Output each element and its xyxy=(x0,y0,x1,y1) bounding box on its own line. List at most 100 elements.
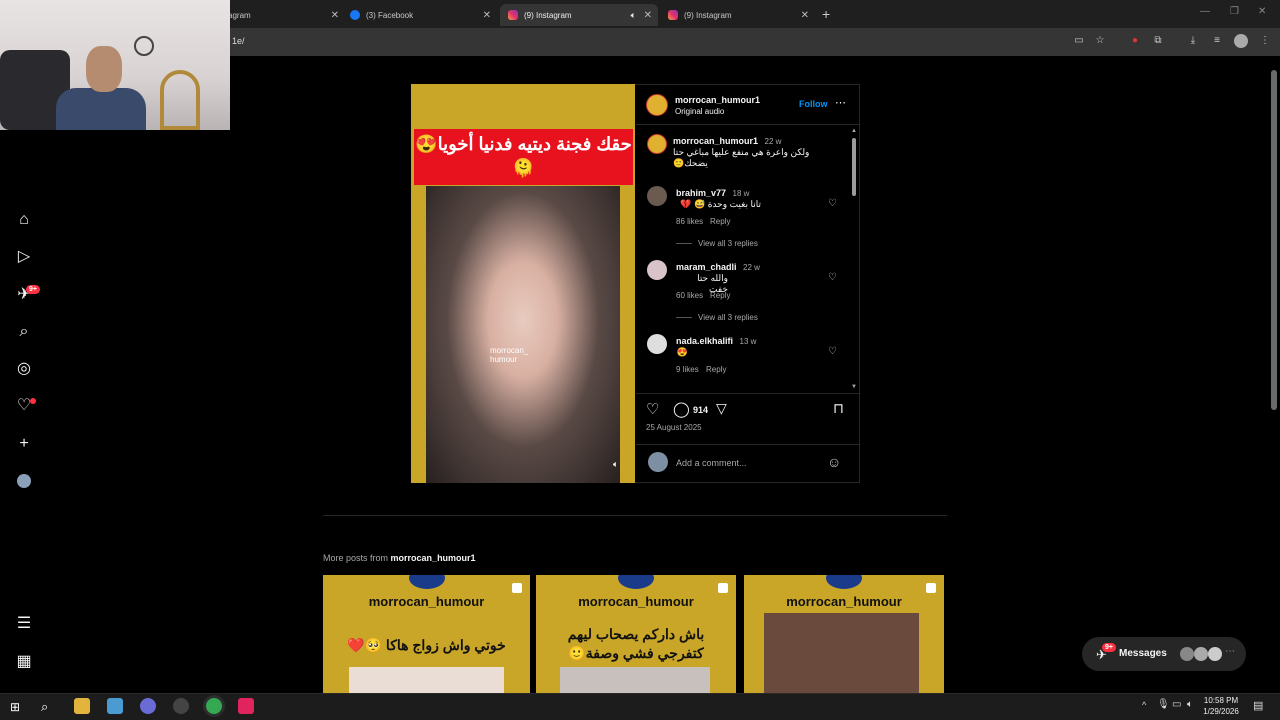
thumbnail-title: morrocan_humour xyxy=(786,594,902,609)
tab-facebook[interactable]: (3) Facebook ✕ xyxy=(342,4,497,26)
view-replies-button[interactable]: View all 3 replies xyxy=(698,313,758,322)
reply-button[interactable]: Reply xyxy=(706,365,726,374)
page-scrollbar-thumb[interactable] xyxy=(1271,70,1277,410)
more-posts-user[interactable]: morrocan_humour1 xyxy=(391,553,476,563)
close-window-icon[interactable]: ✕ xyxy=(1258,6,1266,17)
explore-icon[interactable]: ◎ xyxy=(14,359,34,379)
reel-icon xyxy=(718,583,728,593)
caption-avatar[interactable] xyxy=(647,134,667,154)
tab-instagram-1[interactable]: agram ✕ xyxy=(220,4,345,26)
more-post-thumbnail[interactable]: morrocan_humour خوتي واش زواج هاكا 🥺❤️ xyxy=(323,575,530,693)
reel-icon xyxy=(512,583,522,593)
file-explorer-icon[interactable] xyxy=(74,698,90,714)
download-icon[interactable]: ⤓ xyxy=(1186,34,1200,48)
media-control-icon[interactable]: ≡ xyxy=(1210,34,1224,48)
notification-center-icon[interactable]: ▤ xyxy=(1253,699,1263,712)
search-icon[interactable]: ⌕ xyxy=(41,699,48,715)
comment-avatar[interactable] xyxy=(647,260,667,280)
maximize-icon[interactable]: ❐ xyxy=(1230,6,1239,17)
volume-icon[interactable]: 🔈︎ xyxy=(1187,699,1193,710)
instagram-icon xyxy=(508,10,518,20)
thumbnail-title: morrocan_humour xyxy=(368,594,485,609)
close-icon[interactable]: ✕ xyxy=(801,10,809,21)
profile-avatar[interactable] xyxy=(17,474,31,488)
tab-instagram-2[interactable]: (9) Instagram ✕ xyxy=(660,4,815,26)
close-icon[interactable]: ✕ xyxy=(644,10,652,21)
comment-likes[interactable]: 60 likes xyxy=(676,291,703,300)
comment-likes[interactable]: 86 likes xyxy=(676,217,703,226)
minimize-icon[interactable]: — xyxy=(1200,6,1210,17)
follow-button[interactable]: Follow xyxy=(799,99,828,109)
like-comment-heart-icon[interactable]: ♡ xyxy=(828,198,837,209)
reply-button[interactable]: Reply xyxy=(710,217,730,226)
store-icon[interactable] xyxy=(107,698,123,714)
caption-username[interactable]: morrocan_humour1 xyxy=(673,136,758,146)
comment-likes[interactable]: 9 likes xyxy=(676,365,699,374)
instagram-icon xyxy=(668,10,678,20)
speaker-icon[interactable]: 🔈︎ xyxy=(631,10,636,21)
tab-label: (3) Facebook xyxy=(366,10,414,20)
new-tab-button[interactable]: + xyxy=(822,6,830,22)
reel-icon xyxy=(926,583,936,593)
comment-header: maram_chadli 22 w xyxy=(676,262,760,272)
save-bookmark-icon[interactable]: ⊓ xyxy=(833,400,844,417)
close-icon[interactable]: ✕ xyxy=(483,10,491,21)
unread-dot xyxy=(30,398,36,404)
app-icon[interactable] xyxy=(238,698,254,714)
like-heart-icon[interactable]: ♡ xyxy=(646,400,659,418)
chrome-profile-icon[interactable] xyxy=(140,698,156,714)
reels-icon[interactable]: ▷ xyxy=(14,247,34,267)
replies-line xyxy=(676,243,692,244)
bookmark-star-icon[interactable]: ☆ xyxy=(1093,34,1107,48)
scrollbar-thumb[interactable] xyxy=(852,138,856,196)
comment-username[interactable]: nada.elkhalifi xyxy=(676,336,733,346)
microphone-icon[interactable]: 🎙︎ xyxy=(1157,699,1170,710)
windows-start-icon[interactable]: ⊞ xyxy=(10,700,20,714)
obs-icon[interactable] xyxy=(173,698,189,714)
comment-header: brahim_v77 18 w xyxy=(676,188,749,198)
cast-icon[interactable]: ▭ xyxy=(1072,34,1086,48)
page-scrollbar[interactable] xyxy=(1271,60,1277,700)
comment-icon[interactable]: ◯ xyxy=(673,400,690,418)
home-icon[interactable]: ⌂ xyxy=(14,210,34,230)
more-menu-icon[interactable]: ☰ xyxy=(14,614,34,634)
author-username[interactable]: morrocan_humour1 xyxy=(675,95,760,105)
close-icon[interactable]: ✕ xyxy=(331,10,339,21)
comment-header: nada.elkhalifi 13 w xyxy=(676,336,756,346)
also-from-meta-icon[interactable]: ▦ xyxy=(14,652,34,672)
reply-button[interactable]: Reply xyxy=(710,291,730,300)
comment-username[interactable]: brahim_v77 xyxy=(676,188,726,198)
comment-count: 914 xyxy=(693,405,709,415)
extension-badge-icon[interactable]: ● xyxy=(1128,34,1142,48)
chrome-icon[interactable] xyxy=(206,698,222,714)
network-icon[interactable]: ▭ xyxy=(1172,699,1181,710)
caption-age: 22 w xyxy=(764,137,782,146)
like-comment-heart-icon[interactable]: ♡ xyxy=(828,272,837,283)
menu-kebab-icon[interactable]: ⋮ xyxy=(1258,34,1272,48)
comment-avatar[interactable] xyxy=(647,186,667,206)
mute-icon[interactable]: 🔈︎ xyxy=(613,459,618,470)
more-post-thumbnail[interactable]: morrocan_humour باش داركم يصحاب ليهم كتف… xyxy=(536,575,736,693)
search-icon[interactable]: ⌕ xyxy=(14,322,34,342)
view-replies-button[interactable]: View all 3 replies xyxy=(698,239,758,248)
audio-label[interactable]: Original audio xyxy=(675,107,724,116)
taskbar-clock[interactable]: 10:58 PM 1/29/2026 xyxy=(1196,695,1246,717)
video-frame[interactable] xyxy=(426,186,620,483)
comment-text: 😍 xyxy=(676,347,688,357)
extensions-icon[interactable]: ⧉ xyxy=(1151,34,1165,48)
more-post-thumbnail[interactable]: morrocan_humour xyxy=(744,575,944,693)
create-icon[interactable]: + xyxy=(14,434,34,454)
share-icon[interactable]: ▽ xyxy=(716,400,727,417)
profile-avatar[interactable] xyxy=(1234,34,1248,48)
url-field[interactable]: 1e/ xyxy=(232,36,245,46)
messages-button[interactable]: ✈ 9+ Messages ⋯ xyxy=(1082,637,1246,671)
comment-avatar[interactable] xyxy=(647,334,667,354)
author-avatar[interactable] xyxy=(646,94,668,116)
more-options-icon[interactable]: ⋯ xyxy=(835,96,846,109)
tab-instagram-active[interactable]: (9) Instagram 🔈︎ ✕ xyxy=(500,4,658,26)
comment-username[interactable]: maram_chadli xyxy=(676,262,737,272)
emoji-icon[interactable]: ☺ xyxy=(827,454,841,470)
like-comment-heart-icon[interactable]: ♡ xyxy=(828,346,837,357)
tray-chevron-icon[interactable]: ^ xyxy=(1142,700,1146,710)
add-comment-input[interactable]: Add a comment... xyxy=(676,458,747,468)
